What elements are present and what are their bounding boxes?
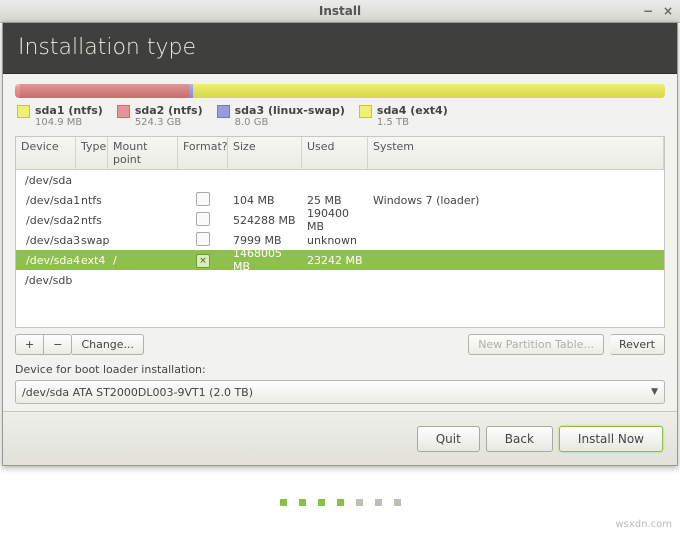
cell-type: ext4: [76, 254, 108, 267]
cell-type: ntfs: [76, 214, 108, 227]
legend-size: 104.9 MB: [35, 117, 103, 128]
add-button[interactable]: +: [15, 334, 44, 355]
step-dot: [375, 499, 382, 506]
col-format[interactable]: Format?: [178, 137, 228, 169]
cell-used: 190400 MB: [302, 207, 368, 233]
back-button[interactable]: Back: [486, 426, 553, 452]
cell-device: /dev/sda3: [16, 234, 76, 247]
table-row[interactable]: /dev/sda4ext4/ × 1468005 MB23242 MB: [16, 250, 664, 270]
cell-format[interactable]: [178, 212, 228, 229]
remove-button[interactable]: −: [44, 334, 72, 355]
legend-item: sda1 (ntfs)104.9 MB: [17, 104, 103, 128]
step-dot: [337, 499, 344, 506]
new-partition-table-button[interactable]: New Partition Table...: [468, 334, 604, 355]
quit-button[interactable]: Quit: [417, 426, 480, 452]
minimize-button[interactable]: −: [640, 3, 656, 19]
cell-mount: /: [108, 254, 178, 267]
legend-size: 524.3 GB: [135, 117, 203, 128]
cell-device: /dev/sda1: [16, 194, 76, 207]
step-dot: [318, 499, 325, 506]
table-row[interactable]: /dev/sdb: [16, 270, 664, 290]
disk-segment: [20, 84, 189, 98]
revert-button[interactable]: Revert: [610, 334, 665, 355]
window-title: Install: [319, 4, 361, 18]
close-button[interactable]: ×: [660, 3, 676, 19]
content-area: sda1 (ntfs)104.9 MBsda2 (ntfs)524.3 GBsd…: [3, 73, 677, 411]
bootloader-label: Device for boot loader installation:: [15, 363, 665, 376]
cell-size: 104 MB: [228, 194, 302, 207]
format-checkbox[interactable]: [196, 232, 210, 246]
cell-format[interactable]: [178, 232, 228, 249]
installer-window: Installation type sda1 (ntfs)104.9 MBsda…: [2, 22, 678, 466]
wizard-footer: Quit Back Install Now: [3, 411, 677, 465]
cell-used: 23242 MB: [302, 254, 368, 267]
disk-segment: [193, 84, 665, 98]
page-title: Installation type: [3, 23, 677, 70]
col-size[interactable]: Size: [228, 137, 302, 169]
col-device[interactable]: Device: [16, 137, 76, 169]
cell-device: /dev/sda4: [16, 254, 76, 267]
disk-usage-bar: [15, 84, 665, 98]
legend-name: sda2 (ntfs): [135, 104, 203, 117]
legend-name: sda1 (ntfs): [35, 104, 103, 117]
legend-name: sda3 (linux-swap): [235, 104, 345, 117]
cell-type: ntfs: [76, 194, 108, 207]
legend-item: sda3 (linux-swap)8.0 GB: [217, 104, 345, 128]
cell-size: 7999 MB: [228, 234, 302, 247]
format-checkbox[interactable]: [196, 212, 210, 226]
step-dot: [299, 499, 306, 506]
cell-system: Windows 7 (loader): [368, 194, 664, 207]
legend-swatch: [217, 105, 230, 118]
legend-item: sda4 (ext4)1.5 TB: [359, 104, 448, 128]
table-header: Device Type Mount point Format? Size Use…: [16, 137, 664, 170]
legend-size: 8.0 GB: [235, 117, 345, 128]
titlebar: Install − ×: [0, 0, 680, 23]
step-indicator: [0, 499, 680, 506]
col-mount[interactable]: Mount point: [108, 137, 178, 169]
partition-table[interactable]: Device Type Mount point Format? Size Use…: [15, 136, 665, 328]
col-system[interactable]: System: [368, 137, 664, 169]
table-row[interactable]: /dev/sda: [16, 170, 664, 190]
legend-size: 1.5 TB: [377, 117, 448, 128]
cell-format[interactable]: [178, 192, 228, 209]
legend-swatch: [359, 105, 372, 118]
table-row[interactable]: /dev/sda2ntfs 524288 MB190400 MB: [16, 210, 664, 230]
partition-legend: sda1 (ntfs)104.9 MBsda2 (ntfs)524.3 GBsd…: [17, 104, 663, 128]
cell-used: unknown: [302, 234, 368, 247]
bootloader-device-value: /dev/sda ATA ST2000DL003-9VT1 (2.0 TB): [22, 386, 253, 399]
legend-name: sda4 (ext4): [377, 104, 448, 117]
col-used[interactable]: Used: [302, 137, 368, 169]
format-checkbox[interactable]: ×: [196, 254, 210, 268]
format-checkbox[interactable]: [196, 192, 210, 206]
device-name: /dev/sda: [20, 174, 77, 187]
cell-size: 1468005 MB: [228, 247, 302, 273]
legend-item: sda2 (ntfs)524.3 GB: [117, 104, 203, 128]
col-type[interactable]: Type: [76, 137, 108, 169]
table-row[interactable]: /dev/sda3swap 7999 MBunknown: [16, 230, 664, 250]
legend-swatch: [117, 105, 130, 118]
step-dot: [280, 499, 287, 506]
bootloader-device-combo[interactable]: /dev/sda ATA ST2000DL003-9VT1 (2.0 TB) ▼: [15, 380, 665, 404]
cell-device: /dev/sda2: [16, 214, 76, 227]
legend-swatch: [17, 105, 30, 118]
watermark: wsxdn.com: [615, 519, 672, 530]
cell-type: swap: [76, 234, 108, 247]
change-button[interactable]: Change...: [72, 334, 144, 355]
step-dot: [356, 499, 363, 506]
install-now-button[interactable]: Install Now: [559, 426, 663, 452]
table-toolbar: + − Change... New Partition Table... Rev…: [15, 334, 665, 355]
cell-size: 524288 MB: [228, 214, 302, 227]
device-name: /dev/sdb: [20, 274, 77, 287]
cell-used: 25 MB: [302, 194, 368, 207]
step-dot: [394, 499, 401, 506]
cell-format[interactable]: ×: [178, 253, 228, 268]
chevron-down-icon: ▼: [651, 387, 658, 397]
